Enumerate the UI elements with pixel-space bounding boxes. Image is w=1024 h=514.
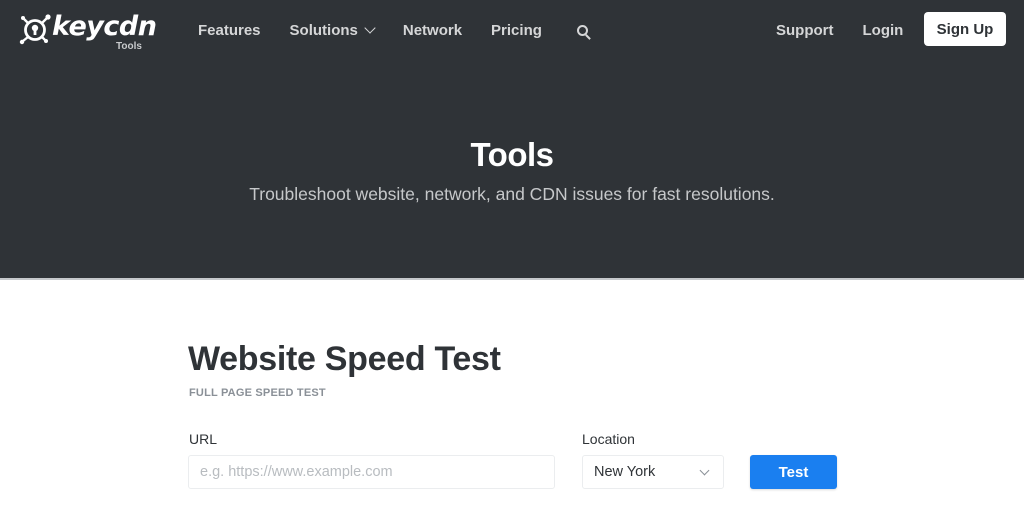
brand-logo[interactable]: keycdn Tools (18, 11, 157, 52)
keycdn-keyhole-logo-icon (19, 14, 51, 45)
nav-support[interactable]: Support (776, 22, 834, 39)
location-selected-value: New York (594, 464, 656, 480)
hero-title: Tools (470, 136, 554, 173)
page-subtitle: FULL PAGE SPEED TEST (189, 387, 326, 399)
chevron-down-icon (699, 465, 710, 476)
url-input[interactable] (188, 455, 555, 489)
nav-network[interactable]: Network (403, 22, 462, 39)
location-label: Location (582, 431, 635, 447)
url-label: URL (189, 431, 218, 447)
location-select[interactable]: New York (582, 455, 724, 489)
page-title: Website Speed Test (188, 340, 501, 378)
hero-divider (0, 278, 1024, 280)
nav-solutions[interactable]: Solutions (289, 21, 376, 39)
chevron-down-icon (364, 21, 376, 34)
search-icon[interactable] (576, 24, 592, 40)
hero-subtitle: Troubleshoot website, network, and CDN i… (249, 184, 775, 204)
nav-login[interactable]: Login (863, 22, 904, 39)
primary-nav: Features Solutions Network Pricing (198, 0, 592, 60)
nav-pricing[interactable]: Pricing (491, 22, 542, 39)
brand-subtitle: Tools (116, 41, 142, 52)
brand-name: keycdn (52, 11, 157, 42)
signup-button[interactable]: Sign Up (924, 12, 1006, 46)
secondary-nav: Support Login (776, 0, 932, 60)
nav-features[interactable]: Features (198, 22, 261, 39)
nav-solutions-label: Solutions (289, 21, 358, 39)
test-button[interactable]: Test (750, 455, 837, 489)
